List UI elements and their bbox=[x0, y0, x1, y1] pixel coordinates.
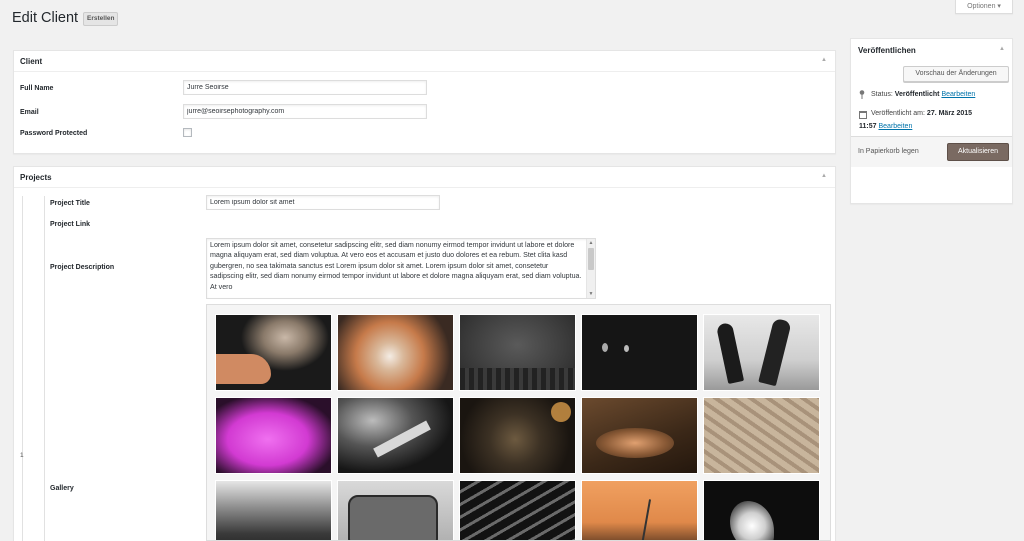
gallery-thumb-woven-texture[interactable] bbox=[703, 397, 820, 474]
gallery-thumb-storm-clouds[interactable] bbox=[215, 480, 332, 540]
published-prefix: Veröffentlicht am: bbox=[871, 110, 925, 117]
email-label: Email bbox=[20, 109, 39, 116]
full-name-label: Full Name bbox=[20, 85, 54, 92]
gallery-thumb-guitarist[interactable] bbox=[337, 397, 454, 474]
client-metabox-header[interactable]: Client ▲ bbox=[14, 51, 835, 72]
scrollbar-thumb[interactable] bbox=[588, 248, 594, 270]
gallery-thumb-dancers[interactable] bbox=[703, 314, 820, 391]
add-new-button[interactable]: Erstellen bbox=[83, 12, 119, 26]
status-prefix: Status: bbox=[871, 91, 893, 98]
screen-options-button[interactable]: Optionen ▾ bbox=[955, 0, 1013, 14]
project-title-input[interactable] bbox=[206, 195, 440, 210]
calendar-icon bbox=[859, 111, 867, 119]
project-description-text: Lorem ipsum dolor sit amet, consetetur s… bbox=[210, 241, 582, 291]
full-name-input[interactable] bbox=[183, 80, 427, 95]
gallery-thumb-light-stripes[interactable] bbox=[459, 480, 576, 540]
published-time: 11:57 bbox=[859, 123, 877, 130]
published-line: Veröffentlicht am: 27. März 2015 bbox=[871, 110, 972, 117]
gallery-thumb-glass-bokeh[interactable] bbox=[459, 397, 576, 474]
scroll-down-icon[interactable]: ▼ bbox=[587, 291, 595, 297]
textarea-scrollbar[interactable]: ▲ ▼ bbox=[586, 239, 595, 298]
email-input[interactable] bbox=[183, 104, 427, 119]
publish-metabox: Veröffentlichen ▲ Vorschau der Änderunge… bbox=[850, 38, 1013, 204]
password-protected-checkbox[interactable] bbox=[183, 128, 192, 137]
password-protected-label: Password Protected bbox=[20, 130, 88, 137]
major-publishing-actions: In Papierkorb legen Aktualisieren bbox=[851, 136, 1012, 167]
published-line-2: 11:57 Bearbeiten bbox=[859, 123, 912, 130]
status-edit-link[interactable]: Bearbeiten bbox=[941, 91, 975, 98]
collapse-arrow-icon[interactable]: ▲ bbox=[821, 57, 827, 63]
gallery-thumb-vintage-van[interactable] bbox=[337, 480, 454, 540]
status-line: Status: Veröffentlicht Bearbeiten bbox=[871, 91, 975, 98]
collapse-arrow-icon[interactable]: ▲ bbox=[999, 46, 1005, 52]
move-to-trash-link[interactable]: In Papierkorb legen bbox=[858, 148, 919, 155]
gallery-grid bbox=[206, 304, 831, 541]
client-metabox-title: Client bbox=[20, 57, 43, 66]
projects-metabox-title: Projects bbox=[20, 173, 52, 182]
projects-metabox-header[interactable]: Projects ▲ bbox=[14, 167, 835, 188]
pin-icon bbox=[859, 90, 865, 99]
published-date: 27. März 2015 bbox=[926, 110, 973, 117]
project-description-label: Project Description bbox=[50, 264, 115, 271]
project-description-textarea[interactable]: Lorem ipsum dolor sit amet, consetetur s… bbox=[206, 238, 596, 299]
gallery-thumb-magenta-glow[interactable] bbox=[215, 397, 332, 474]
row-number: 1 bbox=[20, 452, 24, 459]
gallery-thumb-splash[interactable] bbox=[703, 480, 820, 540]
publish-metabox-title: Veröffentlichen bbox=[858, 46, 916, 55]
gallery-thumb-night-moon[interactable] bbox=[581, 314, 698, 391]
row-drag-handle[interactable] bbox=[23, 196, 45, 541]
page-title: Edit Client bbox=[12, 10, 79, 26]
gallery-label: Gallery bbox=[50, 485, 74, 492]
project-link-label: Project Link bbox=[50, 221, 91, 228]
update-button[interactable]: Aktualisieren bbox=[947, 143, 1009, 161]
gallery-thumb-dark-texture[interactable] bbox=[459, 314, 576, 391]
project-title-label: Project Title bbox=[50, 200, 90, 207]
gallery-thumb-orange-sky[interactable] bbox=[581, 480, 698, 540]
collapse-arrow-icon[interactable]: ▲ bbox=[821, 173, 827, 179]
status-value: Veröffentlicht bbox=[894, 91, 940, 98]
gallery-thumb-light-bokeh[interactable] bbox=[337, 314, 454, 391]
gallery-thumb-kitten[interactable] bbox=[215, 314, 332, 391]
client-metabox: Client ▲ Full Name Email Password Protec… bbox=[13, 50, 836, 154]
published-edit-link[interactable]: Bearbeiten bbox=[878, 123, 912, 130]
scroll-up-icon[interactable]: ▲ bbox=[587, 240, 595, 246]
gallery-thumb-food-bowl[interactable] bbox=[581, 397, 698, 474]
preview-changes-button[interactable]: Vorschau der Änderungen bbox=[903, 66, 1009, 82]
